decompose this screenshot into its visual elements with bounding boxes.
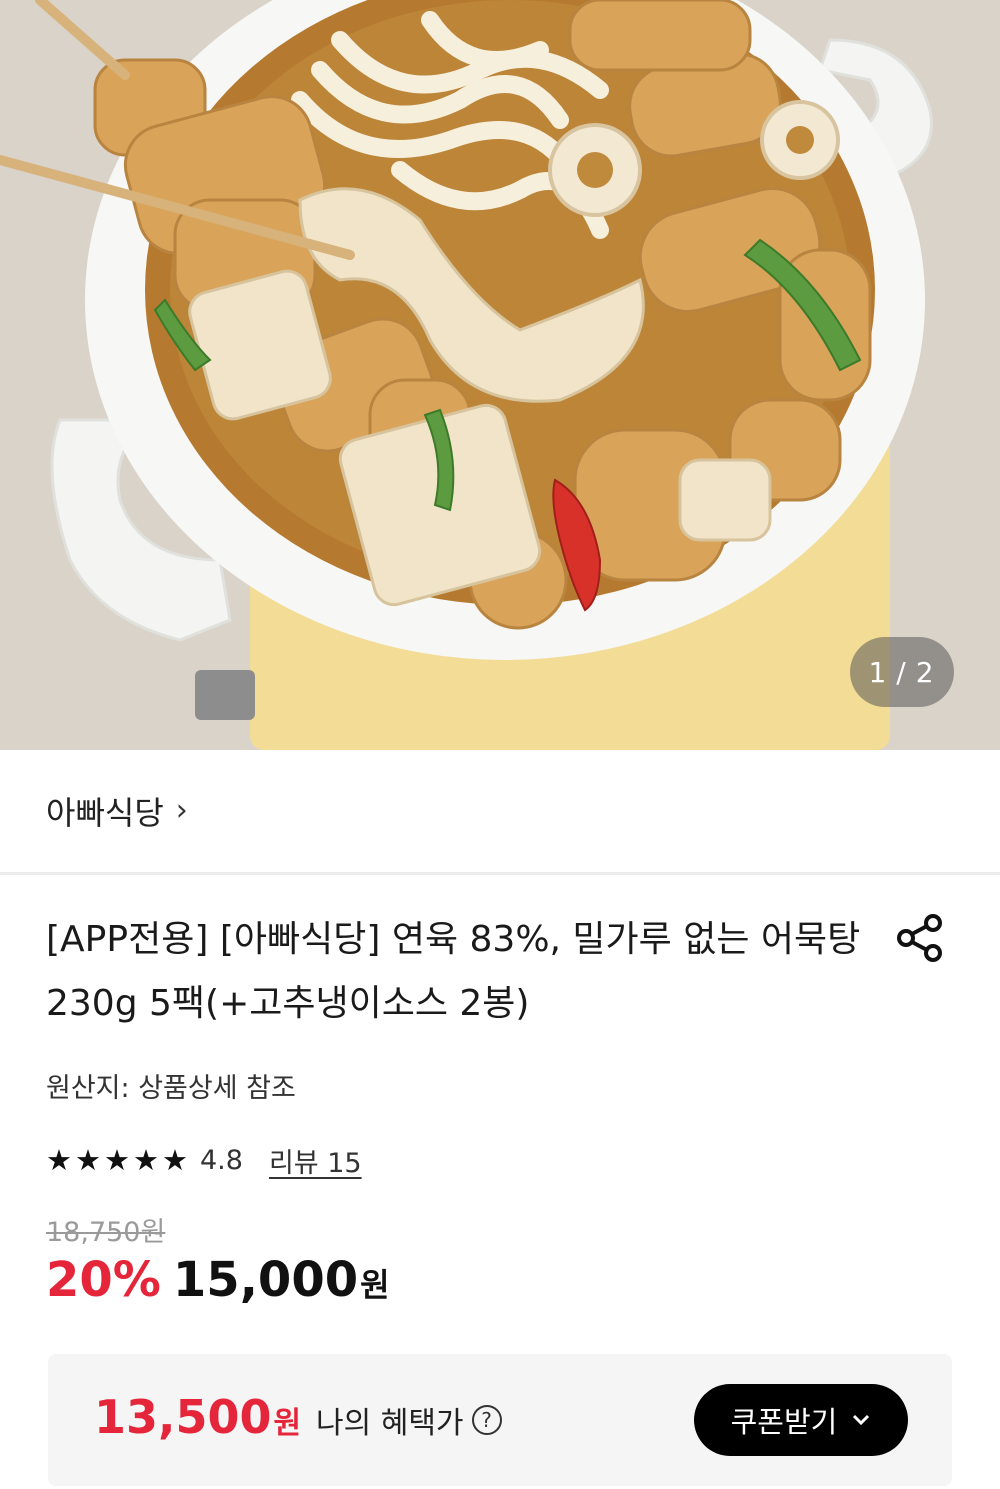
- product-image-carousel[interactable]: 1 / 2: [0, 0, 1000, 750]
- question-circle-icon[interactable]: ?: [471, 1405, 502, 1435]
- benefit-currency: 원: [273, 1406, 302, 1441]
- rating-row: ★ ★ ★ ★ ★ 4.8 리뷰 15: [46, 1138, 362, 1182]
- share-icon: [897, 914, 942, 962]
- share-button[interactable]: [892, 910, 948, 966]
- brand-name: 아빠식당: [46, 794, 164, 832]
- star-icon: ★: [104, 1142, 130, 1177]
- pager-separator: /: [896, 655, 908, 689]
- benefit-amount: 13,500: [94, 1390, 272, 1444]
- benefit-label: 나의 혜택가: [316, 1406, 464, 1441]
- pager-current: 1: [868, 655, 889, 689]
- country-of-origin: 원산지: 상품상세 참조: [46, 1073, 296, 1104]
- star-icon: ★: [75, 1142, 101, 1177]
- section-divider: [0, 872, 1000, 875]
- star-icon: ★: [162, 1142, 188, 1177]
- review-count-link[interactable]: 리뷰 15: [269, 1141, 362, 1180]
- discount-rate: 20%: [46, 1252, 161, 1308]
- coupon-button-label: 쿠폰받기: [730, 1407, 838, 1439]
- product-title: [APP전용] [아빠식당] 연육 83%, 밀가루 없는 어묵탕 230g 5…: [46, 919, 861, 1024]
- sale-price-currency: 원: [360, 1266, 390, 1304]
- product-photo: [0, 0, 1000, 750]
- chevron-right-icon: ›: [175, 792, 188, 828]
- star-icon: ★: [133, 1142, 159, 1177]
- pager-total: 2: [915, 655, 936, 689]
- star-icon: ★: [46, 1142, 72, 1177]
- get-coupon-button[interactable]: 쿠폰받기: [694, 1384, 908, 1456]
- original-price: 18,750원: [46, 1217, 166, 1248]
- benefit-price: 13,500 원: [94, 1390, 301, 1444]
- rating-stars: ★ ★ ★ ★ ★: [46, 1142, 188, 1177]
- sale-price: 15,000: [172, 1252, 359, 1308]
- price-row: 20% 15,000 원: [46, 1252, 390, 1318]
- benefit-label-group: 나의 혜택가 ?: [316, 1398, 502, 1442]
- chevron-down-icon: [851, 1413, 871, 1427]
- benefit-price-card: 13,500 원 나의 혜택가 ? 쿠폰받기: [48, 1354, 952, 1486]
- rating-value: 4.8: [200, 1144, 243, 1176]
- brand-store-link[interactable]: 아빠식당 ›: [0, 750, 1000, 872]
- image-pager-indicator: 1 / 2: [850, 637, 954, 707]
